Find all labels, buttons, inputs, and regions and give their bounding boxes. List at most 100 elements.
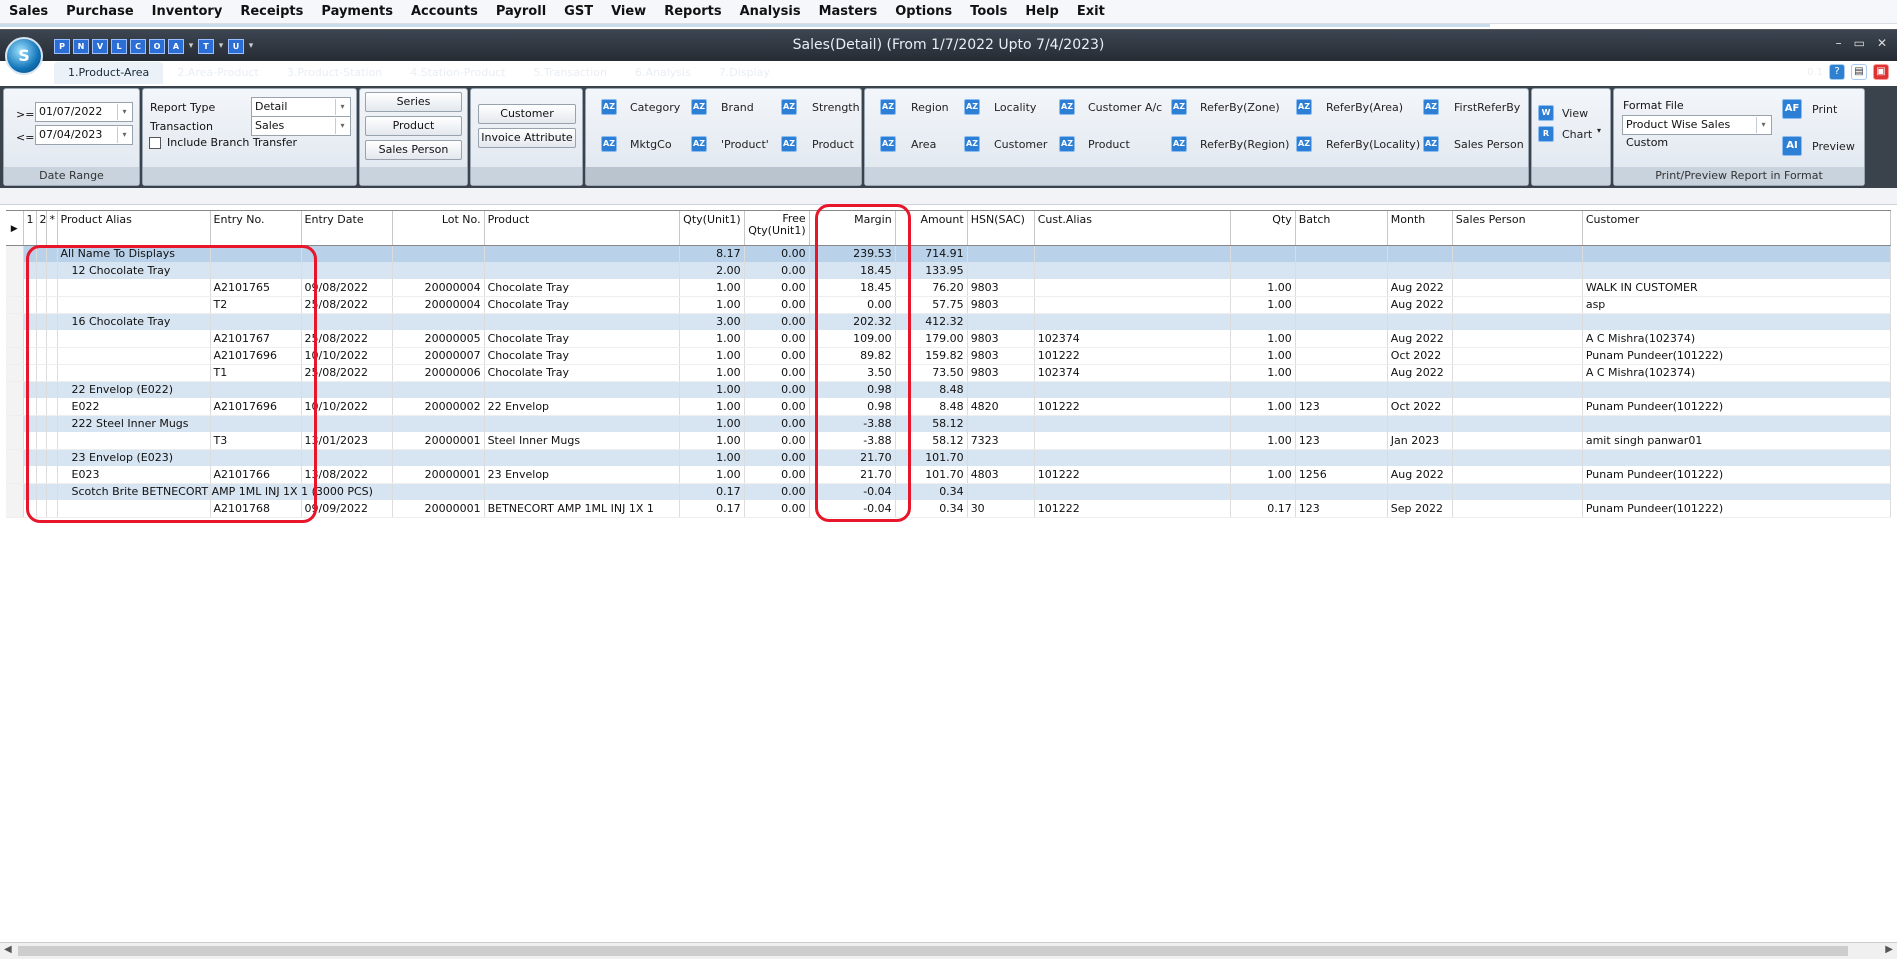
referby-locality-icon[interactable]: AZ <box>1296 136 1312 152</box>
calendar-dropdown-icon[interactable]: ▾ <box>117 104 131 120</box>
menu-receipts[interactable]: Receipts <box>231 0 312 24</box>
from-date-field[interactable]: 01/07/2022 ▾ <box>35 102 133 122</box>
column-header[interactable]: 1 <box>23 211 37 246</box>
customer-ac-field[interactable]: Customer A/c <box>1088 101 1162 114</box>
menu-sales[interactable]: Sales <box>0 0 57 24</box>
invoice-attribute-button[interactable]: Invoice Attribute <box>478 128 576 148</box>
mktgco-field[interactable]: MktgCo <box>630 138 672 151</box>
preview-icon[interactable]: AI <box>1782 136 1802 156</box>
sales-person-button[interactable]: Sales Person <box>365 140 462 160</box>
menu-gst[interactable]: GST <box>555 0 602 24</box>
menu-payments[interactable]: Payments <box>312 0 402 24</box>
area-icon[interactable]: AZ <box>880 136 896 152</box>
minimize-button[interactable]: – <box>1836 36 1842 50</box>
menu-masters[interactable]: Masters <box>810 0 887 24</box>
column-header[interactable]: * <box>46 211 58 246</box>
column-header[interactable]: Qty <box>1230 211 1296 246</box>
menu-analysis[interactable]: Analysis <box>731 0 810 24</box>
row-indicator[interactable] <box>6 381 24 398</box>
column-header[interactable]: Free Qty(Unit1) <box>744 211 810 246</box>
referby-region-field[interactable]: ReferBy(Region) <box>1200 138 1289 151</box>
row-indicator[interactable] <box>6 279 24 297</box>
customer-field[interactable]: Customer <box>994 138 1047 151</box>
strength-field[interactable]: Strength <box>812 101 860 114</box>
column-header[interactable]: Sales Person <box>1452 211 1583 246</box>
referby-area-field[interactable]: ReferBy(Area) <box>1326 101 1403 114</box>
column-header[interactable]: Entry Date <box>301 211 393 246</box>
view-icon[interactable]: W <box>1538 105 1554 121</box>
chart-button[interactable]: Chart <box>1562 128 1592 141</box>
referby-locality-field[interactable]: ReferBy(Locality) <box>1326 138 1420 151</box>
referby-zone-field[interactable]: ReferBy(Zone) <box>1200 101 1280 114</box>
document-icon[interactable]: ▤ <box>1851 64 1867 80</box>
row-indicator[interactable] <box>6 398 24 416</box>
column-header[interactable]: Month <box>1387 211 1453 246</box>
column-header[interactable]: Entry No. <box>210 211 302 246</box>
menu-accounts[interactable]: Accounts <box>402 0 487 24</box>
preview-button[interactable]: Preview <box>1812 140 1855 153</box>
mktgco-icon[interactable]: AZ <box>601 136 617 152</box>
help-icon[interactable]: ? <box>1829 64 1845 80</box>
referby-zone-icon[interactable]: AZ <box>1171 99 1187 115</box>
scroll-left-icon[interactable]: ◀ <box>4 944 12 955</box>
region-icon[interactable]: AZ <box>880 99 896 115</box>
customer-icon[interactable]: AZ <box>964 136 980 152</box>
column-header[interactable]: Product Alias <box>57 211 211 246</box>
row-indicator[interactable] <box>6 296 24 314</box>
transaction-select[interactable]: Sales ▾ <box>251 116 351 136</box>
print-button[interactable]: Print <box>1812 103 1837 116</box>
row-indicator[interactable] <box>6 364 24 382</box>
locality-field[interactable]: Locality <box>994 101 1036 114</box>
menu-payroll[interactable]: Payroll <box>487 0 555 24</box>
column-header[interactable]: Customer <box>1582 211 1892 246</box>
menu-tools[interactable]: Tools <box>961 0 1016 24</box>
strength-icon[interactable]: AZ <box>781 99 797 115</box>
row-indicator[interactable] <box>6 500 24 518</box>
menu-options[interactable]: Options <box>886 0 961 24</box>
format-file-select[interactable]: Product Wise Sales Custom ▾ <box>1622 115 1772 149</box>
close-button[interactable]: ✕ <box>1877 36 1887 50</box>
area-field[interactable]: Area <box>911 138 936 151</box>
tab-2[interactable]: 2.Area-Product <box>163 62 273 84</box>
menu-purchase[interactable]: Purchase <box>57 0 142 24</box>
locality-icon[interactable]: AZ <box>964 99 980 115</box>
scroll-right-icon[interactable]: ▶ <box>1885 944 1893 955</box>
scrollbar-thumb[interactable] <box>18 946 1848 956</box>
product-button[interactable]: Product <box>365 116 462 136</box>
maximize-button[interactable]: ▭ <box>1854 36 1865 50</box>
region-field[interactable]: Region <box>911 101 949 114</box>
firstreferby-icon[interactable]: AZ <box>1423 99 1439 115</box>
row-indicator[interactable] <box>6 347 24 365</box>
menu-exit[interactable]: Exit <box>1068 0 1114 24</box>
series-button[interactable]: Series <box>365 92 462 112</box>
exit-icon[interactable]: ▣ <box>1873 64 1889 80</box>
column-header[interactable]: Batch <box>1295 211 1388 246</box>
app-logo[interactable]: S <box>5 37 43 75</box>
tab-6[interactable]: 6.Analysis <box>621 62 705 84</box>
tab-5[interactable]: 5.Transaction <box>520 62 621 84</box>
firstreferby-field[interactable]: FirstReferBy <box>1454 101 1520 114</box>
menu-inventory[interactable]: Inventory <box>143 0 232 24</box>
category-icon[interactable]: AZ <box>601 99 617 115</box>
referby-area-icon[interactable]: AZ <box>1296 99 1312 115</box>
tab-3[interactable]: 3.Product-Station <box>273 62 396 84</box>
column-header[interactable]: Qty(Unit1) <box>679 211 745 246</box>
chevron-down-icon[interactable]: ▾ <box>1597 126 1601 135</box>
horizontal-scrollbar[interactable]: ◀ ▶ <box>0 942 1897 959</box>
area-product-icon[interactable]: AZ <box>1059 136 1075 152</box>
view-button[interactable]: View <box>1562 107 1588 120</box>
product-quoted-icon[interactable]: AZ <box>691 136 707 152</box>
row-indicator[interactable] <box>6 432 24 450</box>
row-indicator[interactable] <box>6 466 24 484</box>
row-indicator[interactable] <box>6 483 24 500</box>
column-header[interactable]: Lot No. <box>392 211 485 246</box>
row-indicator[interactable] <box>6 415 24 432</box>
brand-icon[interactable]: AZ <box>691 99 707 115</box>
column-header[interactable]: 2 <box>36 211 47 246</box>
row-indicator[interactable] <box>6 313 24 330</box>
to-date-field[interactable]: 07/04/2023 ▾ <box>35 125 133 145</box>
chart-icon[interactable]: R <box>1538 126 1554 142</box>
product-quoted-field[interactable]: 'Product' <box>721 138 769 151</box>
tab-7[interactable]: 7.Display <box>705 62 784 84</box>
row-indicator[interactable] <box>6 262 24 279</box>
